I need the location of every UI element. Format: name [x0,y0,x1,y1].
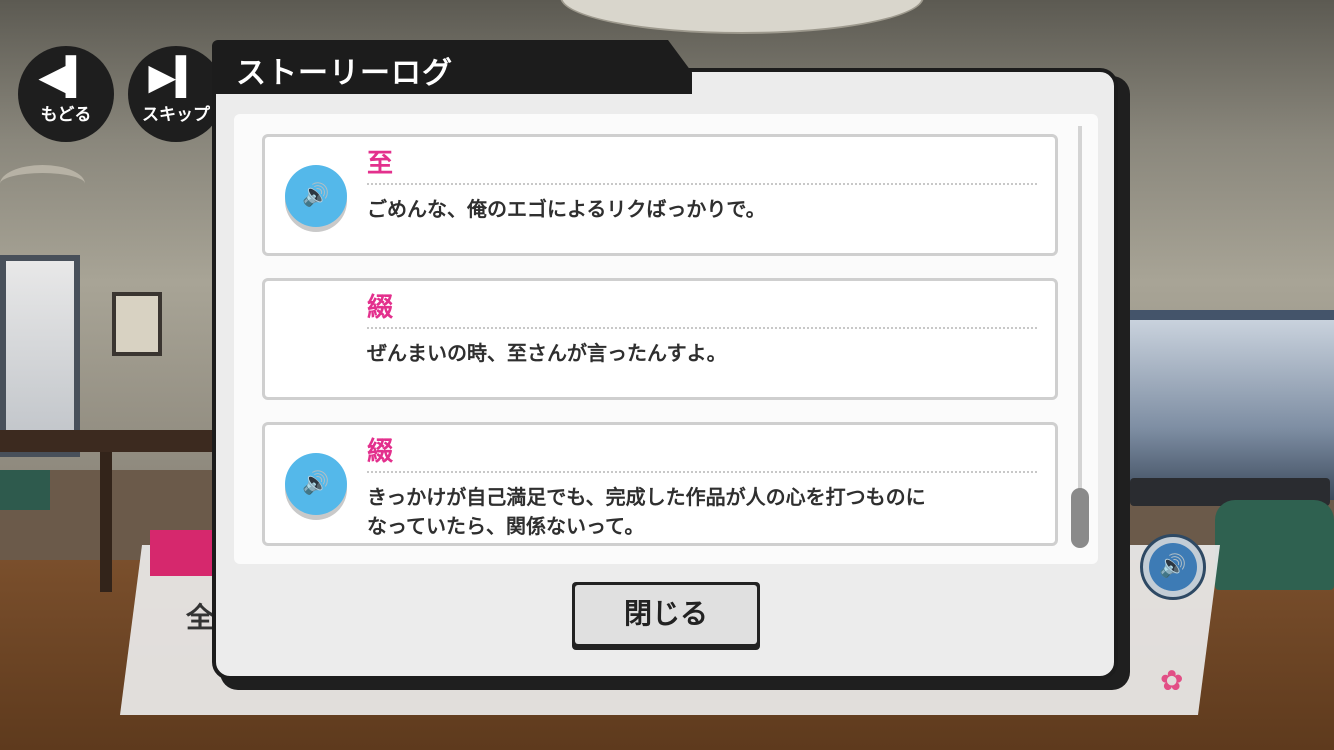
log-text: きっかけが自己満足でも、完成した作品が人の心を打つものに なっていたら、関係ない… [367,485,926,538]
log-entry: 🔊 綴 きっかけが自己満足でも、完成した作品が人の心を打つものに なっていたら、… [262,422,1058,546]
speaker-name-behind: 全 [186,601,215,634]
log-entry: 綴 ぜんまいの時、至さんが言ったんすよ。 [262,278,1058,400]
log-text: ぜんまいの時、至さんが言ったんすよ。 [367,341,727,365]
sofa [1215,500,1334,590]
voice-replay-button[interactable]: 🔊 [1140,534,1206,600]
skip-button-label: スキップ [142,105,210,125]
divider [367,183,1037,185]
right-window [1125,310,1334,500]
left-window [0,255,80,457]
chair [0,470,50,510]
log-entry: 🔊 至 ごめんな、俺のエゴによるリクばっかりで。 [262,134,1058,256]
back-button[interactable]: ◀▍ もどる [18,46,114,142]
speaker-icon: 🔊 [302,471,330,496]
name-plate-behind [150,530,212,576]
divider [367,327,1037,329]
ceiling-fan [0,165,85,203]
voice-play-button[interactable]: 🔊 [285,453,347,515]
modal-title: ストーリーログ [236,56,453,91]
dining-table [0,430,215,452]
divider [367,471,1037,473]
sakura-icon: ✿ [1160,664,1184,697]
table-leg [100,452,112,592]
skip-forward-icon: ▶▍ [148,57,204,98]
log-speaker: 綴 [367,293,394,323]
scrollbar-track[interactable] [1078,126,1082,546]
log-list[interactable]: 🔊 至 ごめんな、俺のエゴによるリクばっかりで。 綴 ぜんまいの時、至さんが言っ… [234,114,1098,564]
wall-picture [112,292,162,356]
log-speaker: 至 [367,149,394,179]
log-text: ごめんな、俺のエゴによるリクばっかりで。 [367,197,766,221]
log-speaker: 綴 [367,437,394,467]
close-button-label: 閉じる [575,585,757,644]
scrollbar-thumb[interactable] [1071,488,1089,548]
close-button[interactable]: 閉じる [572,582,760,650]
voice-play-button[interactable]: 🔊 [285,165,347,227]
back-button-label: もどる [40,105,92,125]
speaker-icon: 🔊 [302,183,330,208]
rewind-icon: ◀▍ [38,57,94,98]
skip-button[interactable]: ▶▍ スキップ [128,46,224,142]
speaker-icon: 🔊 [1149,543,1197,591]
